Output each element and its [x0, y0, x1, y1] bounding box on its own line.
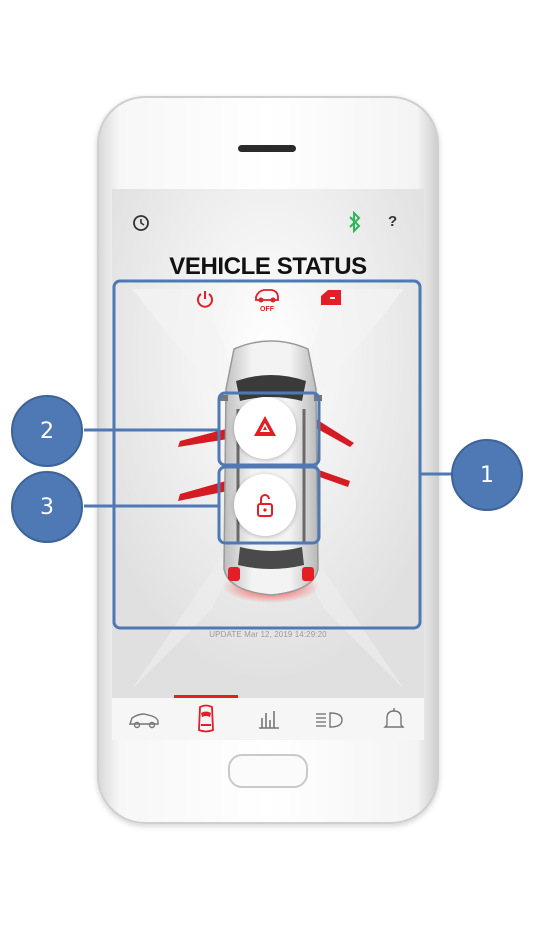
- engine-off-label: OFF: [260, 306, 275, 313]
- clock-icon[interactable]: [131, 213, 151, 233]
- bluetooth-icon: [349, 211, 361, 233]
- callout-1: 1: [451, 439, 523, 511]
- bottom-tab-bar: [112, 698, 424, 740]
- bell-icon[interactable]: [382, 706, 406, 732]
- engine-off-icon: OFF: [255, 289, 279, 313]
- hazard-button[interactable]: [234, 397, 296, 459]
- unlock-icon: [257, 494, 273, 517]
- app-screen: ? VEHICLE STATUS OFF UPDATE Mar 12, 2019…: [112, 189, 424, 740]
- callout-3: 3: [11, 471, 83, 543]
- car-side-icon[interactable]: [128, 708, 160, 730]
- door-open-icon: [321, 290, 341, 305]
- page-title: VEHICLE STATUS: [169, 253, 367, 280]
- update-timestamp: UPDATE Mar 12, 2019 14:29:20: [209, 630, 327, 639]
- help-button[interactable]: ?: [388, 213, 397, 230]
- speaker-grille: [238, 145, 296, 152]
- home-button[interactable]: [228, 754, 308, 788]
- power-icon: [197, 291, 213, 308]
- hazard-warning-icon: [254, 416, 276, 436]
- headlight-icon[interactable]: [314, 710, 344, 730]
- car-top-icon[interactable]: [194, 704, 218, 734]
- callout-2: 2: [11, 395, 83, 467]
- lock-button[interactable]: [234, 474, 296, 536]
- bar-chart-icon[interactable]: [256, 708, 282, 730]
